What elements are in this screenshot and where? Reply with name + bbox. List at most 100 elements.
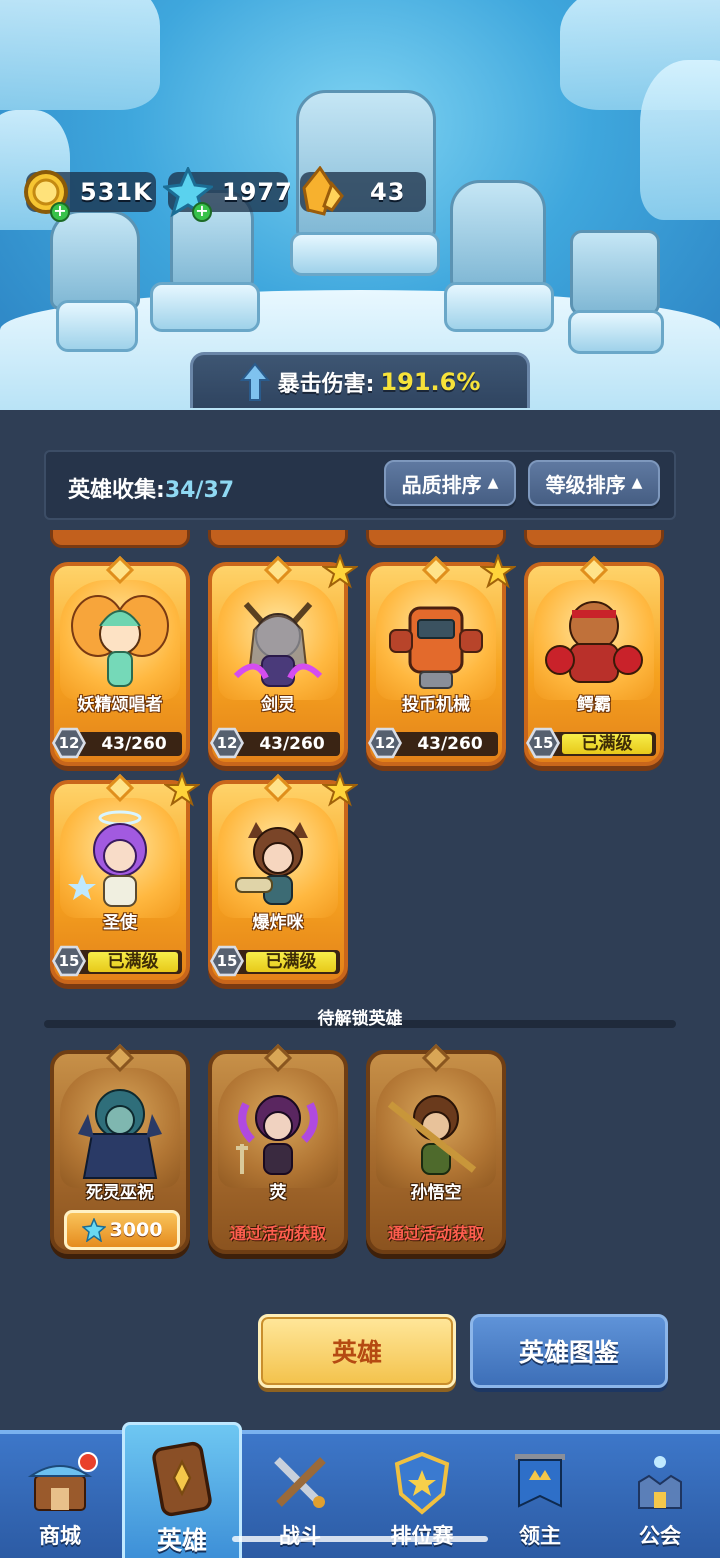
hero-codex-button[interactable]: 英雄图鉴 (470, 1314, 668, 1388)
nav-guild[interactable]: 公会 (600, 1434, 720, 1558)
scrolled-row-partial (50, 530, 670, 548)
hero-name: 爆炸咪 (252, 913, 304, 933)
collection-header: 英雄收集:34/37 品质排序 ▲ 等级排序 ▲ (44, 450, 676, 520)
unlock-cost-value: 3000 (109, 1219, 163, 1241)
add-gem-icon[interactable]: + (192, 202, 212, 222)
hero-card-boom-cat[interactable]: 爆炸咪 15 已满级 (208, 772, 358, 984)
sun-wukong-portrait-icon (387, 1095, 477, 1175)
level-badge-icon: 12 (52, 727, 86, 759)
machine-statue (570, 230, 660, 316)
nav-label: 商城 (39, 1524, 81, 1548)
star-icon (164, 772, 200, 807)
hero-level-row: 15 已满级 (526, 727, 656, 759)
home-indicator (232, 1536, 488, 1542)
hero-card-envoy[interactable]: 圣使 15 已满级 (50, 772, 200, 984)
hero-name: 孙悟空 (410, 1183, 462, 1203)
nav-label: 公会 (639, 1524, 681, 1548)
nav-hero[interactable]: 英雄 (122, 1422, 242, 1558)
hero-level-row: 12 43/260 (210, 727, 340, 759)
hero-card-icon (152, 1441, 212, 1517)
hero-name: 荧 (269, 1183, 287, 1203)
hero-tab-button[interactable]: 英雄 (258, 1314, 456, 1388)
nav-label: 排位赛 (391, 1520, 454, 1550)
star-icon (322, 554, 358, 589)
locked-hero-card-necro-priest[interactable]: 死灵巫祝 3000 (50, 1043, 190, 1254)
hero-name: 剑灵 (261, 695, 295, 715)
nav-label: 英雄 (156, 1526, 207, 1555)
sword-spirit-portrait-icon (233, 602, 323, 687)
notification-dot (78, 1452, 98, 1472)
fairy-singer-portrait-icon (71, 595, 169, 687)
orange-crystal-icon (294, 166, 346, 218)
coin-mech-portrait-icon (389, 606, 483, 689)
gold-value: 531K (80, 178, 153, 206)
hero-level-row: 15 已满级 (210, 945, 340, 977)
triangle-up-icon: ▲ (487, 475, 499, 491)
croc-boss-portrait-icon (545, 601, 643, 683)
unlock-cost-button[interactable]: 3000 (64, 1210, 180, 1250)
level-badge-icon: 12 (368, 727, 402, 759)
crit-value: 191.6% (380, 367, 481, 396)
hero-card-fairy-singer[interactable]: 妖精颂唱者 12 43/260 (50, 555, 190, 766)
level-badge-icon: 15 (526, 727, 560, 759)
hero-name: 妖精颂唱者 (77, 695, 163, 715)
triangle-up-icon: ▲ (631, 475, 643, 491)
ice-cave-scene: + 531K + 1977 43 暴击伤害: 191.6% (0, 0, 720, 410)
nav-shop[interactable]: 商城 (0, 1434, 120, 1558)
add-gold-icon[interactable]: + (50, 202, 70, 222)
star-icon (480, 554, 516, 589)
star-icon (322, 772, 358, 807)
hero-card-progress: 43/260 (101, 734, 167, 754)
gem-value: 1977 (222, 178, 293, 206)
hero-card-sword-spirit[interactable]: 剑灵 12 43/260 (208, 554, 358, 766)
unlock-method-text: 通过活动获取 (387, 1224, 484, 1243)
sort-level-button[interactable]: 等级排序 ▲ (528, 460, 660, 506)
envoy-portrait-icon (68, 810, 147, 907)
gem-counter[interactable]: + 1977 (163, 167, 292, 222)
nav-label: 领主 (519, 1524, 561, 1548)
hero-card-progress: 43/260 (417, 734, 483, 754)
hero-level-row: 12 43/260 (52, 727, 182, 759)
shard-counter: 43 (300, 166, 426, 216)
shard-value: 43 (370, 178, 406, 206)
locked-section-title: 待解锁英雄 (317, 1009, 403, 1029)
ying-portrait-icon (236, 1095, 318, 1175)
locked-hero-card-sun-wukong[interactable]: 孙悟空 通过活动获取 (366, 1043, 506, 1254)
hero-name: 死灵巫祝 (86, 1183, 154, 1203)
hero-card-progress: 已满级 (562, 734, 652, 754)
hero-name: 鳄霸 (577, 695, 611, 715)
unlock-method-text: 通过活动获取 (229, 1224, 326, 1243)
hero-statue-center-right (450, 180, 546, 290)
hero-level: 15 (213, 948, 241, 974)
hero-card-coin-mech[interactable]: 投币机械 12 43/260 (366, 554, 516, 766)
level-badge-icon: 15 (210, 945, 244, 977)
nav-lord[interactable]: 领主 (480, 1434, 600, 1558)
hero-card-croc-boss[interactable]: 鳄霸 15 已满级 (524, 555, 664, 766)
hero-name: 投币机械 (402, 695, 470, 715)
collection-count: 34/37 (164, 478, 235, 503)
hero-statue-left (50, 210, 140, 310)
guild-castle-icon (638, 1456, 682, 1509)
gold-counter[interactable]: + 531K (24, 170, 156, 222)
level-badge-icon: 15 (52, 945, 86, 977)
hero-card-progress: 43/260 (259, 734, 325, 754)
collection-title: 英雄收集:34/37 (68, 472, 234, 504)
hero-name: 圣使 (103, 913, 137, 933)
crit-label: 暴击伤害: (277, 371, 375, 397)
hero-level-row: 15 已满级 (52, 945, 182, 977)
up-arrow-icon (239, 361, 270, 401)
nav-label: 战斗 (279, 1520, 321, 1550)
crossed-swords-icon (274, 1457, 326, 1508)
hero-card-progress: 已满级 (88, 952, 178, 972)
locked-hero-card-ying[interactable]: 荧 通过活动获取 (208, 1043, 348, 1254)
hero-level-row: 12 43/260 (368, 727, 498, 759)
hero-card-progress: 已满级 (246, 952, 336, 972)
crit-damage-bar: 暴击伤害: 191.6% (190, 352, 530, 408)
hero-level: 15 (55, 948, 83, 974)
sort-quality-button[interactable]: 品质排序 ▲ (384, 460, 516, 506)
hero-level: 12 (371, 730, 399, 756)
hero-level: 15 (529, 730, 557, 756)
boom-cat-portrait-icon (235, 822, 308, 905)
level-badge-icon: 12 (210, 727, 244, 759)
necro-priest-portrait-icon (78, 1089, 162, 1179)
